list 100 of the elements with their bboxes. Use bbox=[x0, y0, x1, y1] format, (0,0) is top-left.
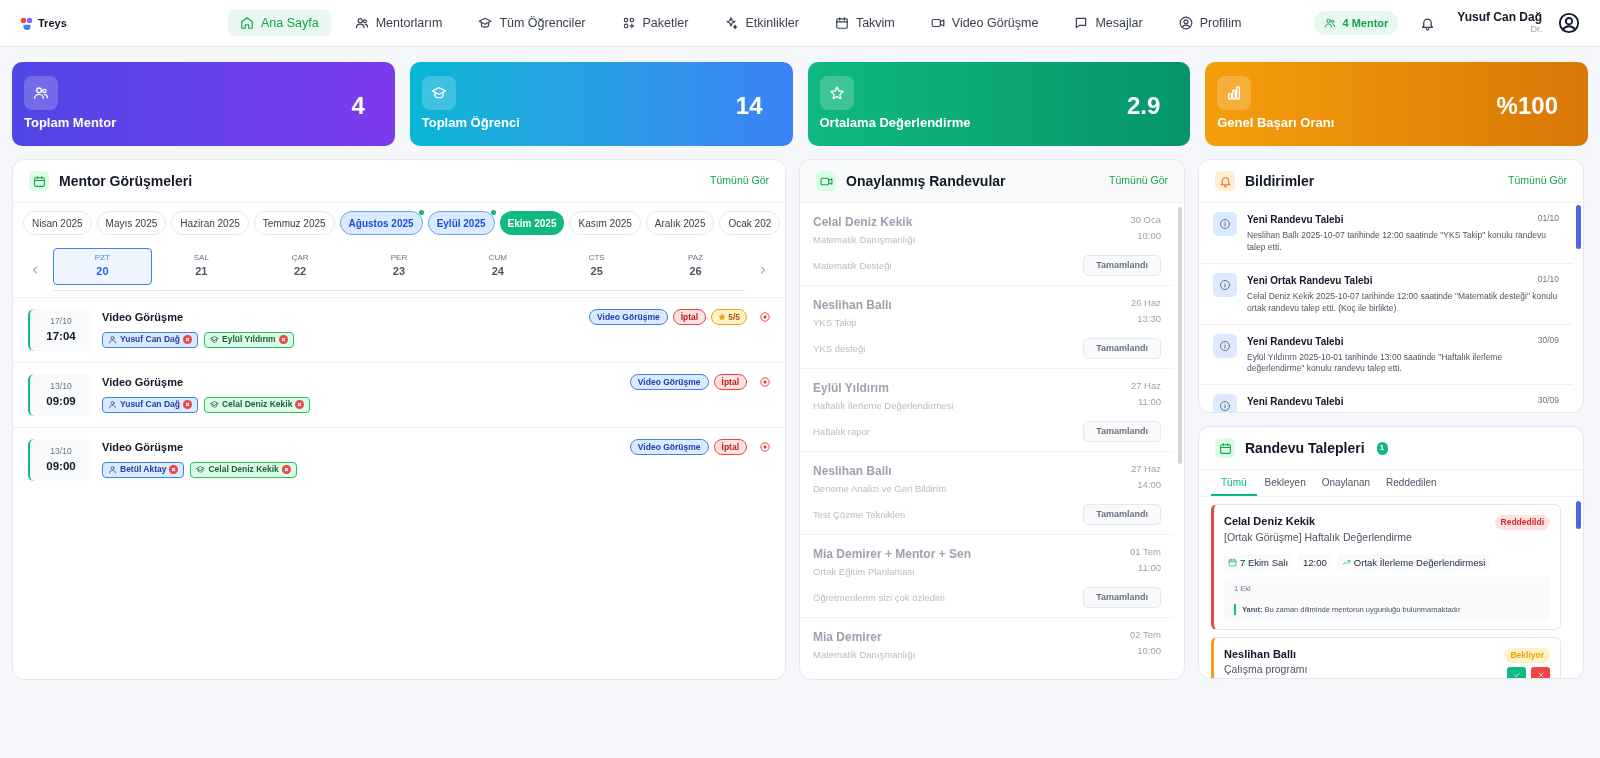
day-cell[interactable]: PER 23 bbox=[349, 248, 449, 285]
nav-item[interactable]: Takvim bbox=[822, 10, 907, 36]
cancel-icon[interactable] bbox=[760, 312, 770, 322]
nav-item[interactable]: Video Görüşme bbox=[918, 10, 1051, 36]
completed-button[interactable]: Tamamlandı bbox=[1083, 338, 1161, 360]
notification-bell-icon[interactable] bbox=[1420, 15, 1436, 31]
remove-icon[interactable] bbox=[183, 335, 192, 344]
remove-icon[interactable] bbox=[183, 400, 192, 409]
scrollbar-thumb[interactable] bbox=[1178, 207, 1182, 464]
day-cell[interactable]: CTS 25 bbox=[547, 248, 647, 285]
remove-icon[interactable] bbox=[295, 400, 305, 409]
day-cell[interactable]: PZT 20 bbox=[53, 248, 152, 285]
appointment-subject: Deneme Analizi ve Geri Bildirim bbox=[813, 482, 947, 496]
reject-button[interactable] bbox=[1531, 666, 1550, 678]
appointment-name: Mia Demirer bbox=[813, 629, 883, 646]
appointment-name: Neslihan Ballı bbox=[813, 297, 892, 314]
day-cell[interactable]: PAZ 26 bbox=[646, 248, 745, 285]
filter-tab[interactable]: Onaylanan bbox=[1313, 470, 1379, 496]
calendar-icon bbox=[1218, 441, 1232, 455]
meeting-time: 17:04 bbox=[46, 328, 76, 344]
month-chip[interactable]: Temmuz 2025 bbox=[253, 211, 335, 235]
notification-title: Yeni Ortak Randevu Talebi bbox=[1247, 273, 1373, 288]
filter-tab[interactable]: Reddedilen bbox=[1378, 470, 1445, 496]
mentor-chip: Betül Aktay bbox=[102, 461, 185, 478]
appointment-date: 27 Haz bbox=[1130, 462, 1161, 476]
scrollbar-thumb[interactable] bbox=[1576, 501, 1581, 529]
stat-label: Toplam Mentor bbox=[24, 113, 118, 132]
meeting-time: 09:09 bbox=[46, 393, 76, 409]
star-icon bbox=[828, 85, 845, 101]
stat-value: %100 bbox=[1496, 91, 1558, 121]
panel-title: Mentor Görüşmeleri bbox=[59, 171, 193, 191]
status-tag: İptal bbox=[713, 374, 747, 390]
cancel-icon[interactable] bbox=[760, 377, 770, 387]
calendar-icon bbox=[834, 16, 849, 30]
scrollbar-thumb[interactable] bbox=[1576, 205, 1581, 249]
info-icon bbox=[1219, 339, 1231, 352]
remove-icon[interactable] bbox=[281, 465, 291, 474]
user-title: Dr. bbox=[1530, 24, 1542, 35]
student-chip: Eylül Yıldırım bbox=[204, 331, 294, 348]
users-icon bbox=[1324, 17, 1337, 29]
user-icon bbox=[108, 335, 117, 344]
appointment-date: 30 Oca bbox=[1130, 213, 1161, 227]
nav-item[interactable]: Paketler bbox=[609, 10, 701, 36]
appointment-date: 02 Tem bbox=[1130, 628, 1161, 642]
month-chip[interactable]: Eylül 2025 bbox=[427, 211, 495, 235]
remove-icon[interactable] bbox=[169, 465, 179, 474]
appointment-time: 11:00 bbox=[1137, 395, 1161, 410]
month-chip[interactable]: Mayıs 2025 bbox=[96, 211, 167, 235]
stat-label: Genel Başarı Oranı bbox=[1217, 113, 1336, 132]
nav-item[interactable]: Tüm Öğrenciler bbox=[466, 10, 598, 36]
notification-date: 30/09 bbox=[1537, 333, 1559, 347]
nav-item[interactable]: Profilim bbox=[1166, 10, 1254, 36]
meeting-date: 13/10 bbox=[50, 380, 72, 393]
graduation-cap-icon bbox=[196, 465, 206, 474]
cancel-icon[interactable] bbox=[760, 442, 770, 452]
appointment-date: 01 Tem bbox=[1130, 545, 1161, 559]
appointment-date: 26 Haz bbox=[1130, 296, 1161, 310]
month-chip[interactable]: Nisan 2025 bbox=[23, 211, 92, 235]
month-chip[interactable]: Aralık 2025 bbox=[645, 211, 715, 235]
appointment-note: Matematik Desteği bbox=[813, 258, 892, 273]
meeting-date: 17/10 bbox=[50, 315, 72, 328]
nav-item[interactable]: Etkinlikler bbox=[712, 10, 811, 36]
graduation-cap-icon bbox=[210, 400, 219, 409]
message-icon bbox=[1074, 16, 1089, 30]
month-chip[interactable]: Ağustos 2025 bbox=[339, 211, 423, 235]
appointment-name: Celal Deniz Kekik bbox=[813, 214, 914, 231]
panel-title: Onaylanmış Randevular bbox=[846, 171, 1006, 191]
user-avatar-icon[interactable] bbox=[1558, 12, 1580, 34]
meeting-title: Video Görüşme bbox=[102, 440, 185, 455]
meeting-time: 09:00 bbox=[46, 458, 76, 474]
notification-date: 01/10 bbox=[1537, 212, 1559, 225]
completed-button[interactable]: Tamamlandı bbox=[1083, 421, 1161, 443]
stat-label: Toplam Öğrenci bbox=[421, 113, 521, 132]
request-name: Celal Deniz Kekik bbox=[1224, 514, 1316, 529]
remove-icon[interactable] bbox=[278, 335, 288, 344]
filter-tab[interactable]: Bekleyen bbox=[1256, 470, 1314, 496]
mentor-chip: Yusuf Can Dağ bbox=[102, 331, 198, 348]
completed-button[interactable]: Tamamlandı bbox=[1083, 255, 1161, 277]
notification-title: Yeni Randevu Talebi bbox=[1247, 395, 1344, 410]
calendar-icon bbox=[32, 174, 46, 188]
video-icon bbox=[930, 16, 945, 30]
nav-item[interactable]: Mentorlarım bbox=[342, 10, 455, 36]
appointment-subject: Matematik Danışmanlığı bbox=[813, 233, 916, 247]
brand-name: Treys bbox=[38, 15, 67, 31]
completed-button[interactable]: Tamamlandı bbox=[1083, 504, 1161, 526]
day-cell[interactable]: CUM 24 bbox=[448, 248, 548, 285]
month-chip[interactable]: Haziran 2025 bbox=[171, 211, 249, 235]
nav-item[interactable]: Mesajlar bbox=[1062, 10, 1155, 36]
appointment-note: Haftalık rapor bbox=[813, 424, 871, 439]
month-chip[interactable]: Kasım 2025 bbox=[569, 211, 641, 235]
student-chip: Celal Deniz Kekik bbox=[190, 461, 297, 478]
approve-button[interactable] bbox=[1507, 666, 1526, 678]
home-icon bbox=[240, 16, 254, 30]
day-cell[interactable]: SAL 21 bbox=[151, 248, 251, 285]
month-chip[interactable]: Ocak 202 bbox=[719, 211, 781, 235]
day-cell[interactable]: ÇAR 22 bbox=[250, 248, 350, 285]
panel-title: Bildirimler bbox=[1245, 171, 1315, 191]
request-time: 12:00 bbox=[1298, 554, 1332, 572]
appointment-time: 11:00 bbox=[1137, 561, 1161, 576]
completed-button[interactable]: Tamamlandı bbox=[1083, 587, 1161, 609]
